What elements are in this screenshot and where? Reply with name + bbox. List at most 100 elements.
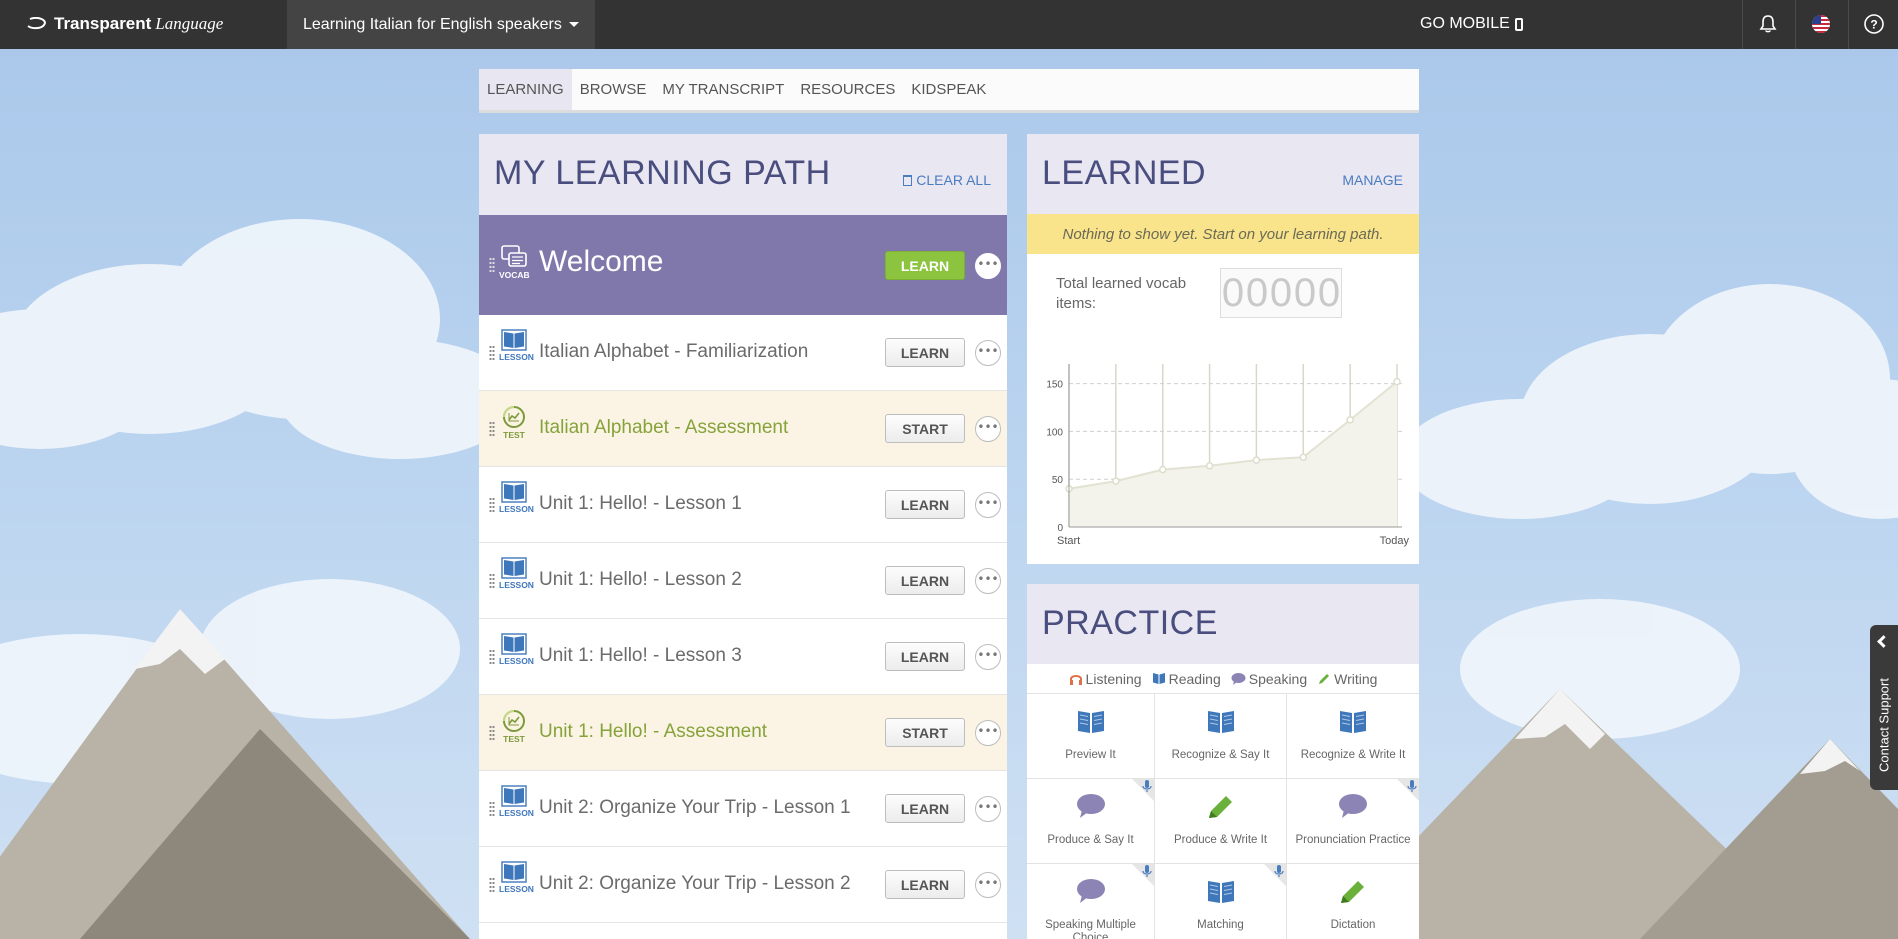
chart-data-point — [1158, 465, 1167, 474]
chart-y-tick-label: 50 — [1052, 475, 1064, 486]
book-icon — [1338, 708, 1368, 738]
skill-reading: Reading — [1152, 671, 1221, 687]
practice-activity[interactable]: Speaking Multiple Choice — [1027, 864, 1155, 939]
item-title[interactable]: Unit 2: Organize Your Trip - Lesson 1 — [539, 797, 851, 819]
pencil-icon — [1319, 673, 1330, 684]
pencil-icon — [1338, 878, 1368, 910]
notifications-bell-icon[interactable] — [1756, 12, 1780, 36]
test-icon: TEST — [499, 709, 529, 744]
item-title[interactable]: Unit 1: Hello! - Lesson 1 — [539, 493, 742, 515]
counter-digit: 0 — [1317, 270, 1341, 315]
chart-x-tick-label: Start — [1057, 535, 1080, 547]
learn-button[interactable]: LEARN — [885, 642, 965, 671]
go-mobile-link[interactable]: GO MOBILE — [1420, 15, 1523, 33]
more-options-button[interactable]: ••• — [975, 796, 1001, 822]
course-selector-dropdown[interactable]: Learning Italian for English speakers — [287, 0, 595, 49]
divider — [1795, 0, 1796, 49]
learning-path-item[interactable]: LESSON Unit 2: Organize Your Trip - Less… — [479, 771, 1007, 847]
learn-button[interactable]: LEARN — [885, 251, 965, 280]
start-button[interactable]: START — [885, 718, 965, 747]
drag-handle-icon[interactable] — [489, 421, 495, 437]
more-options-button[interactable]: ••• — [975, 492, 1001, 518]
practice-activity[interactable]: Produce & Say It — [1027, 779, 1155, 864]
lesson-book-icon: LESSON — [499, 557, 534, 590]
learn-button[interactable]: LEARN — [885, 870, 965, 899]
more-options-button[interactable]: ••• — [975, 872, 1001, 898]
learning-path-item[interactable]: TEST Italian Alphabet - Assessment START… — [479, 391, 1007, 467]
activity-label: Produce & Write It — [1173, 834, 1268, 846]
practice-activity[interactable]: Preview It — [1027, 694, 1155, 779]
learning-path-item[interactable]: LESSON Italian Alphabet - Familiarizatio… — [479, 315, 1007, 391]
more-options-button[interactable]: ••• — [975, 340, 1001, 366]
tab-my-transcript[interactable]: MY TRANSCRIPT — [654, 69, 792, 110]
tab-resources[interactable]: RESOURCES — [792, 69, 903, 110]
ellipsis-icon: ••• — [977, 799, 999, 814]
practice-activity[interactable]: Produce & Write It — [1155, 779, 1287, 864]
learning-path-item[interactable]: LESSON Unit 1: Hello! - Lesson 3 LEARN •… — [479, 619, 1007, 695]
learn-button[interactable]: LEARN — [885, 490, 965, 519]
logo-text-italic: Language — [155, 14, 224, 33]
drag-handle-icon[interactable] — [489, 801, 495, 817]
learning-path-panel: MY LEARNING PATH CLEAR ALL VOCAB Welcome… — [479, 134, 1007, 939]
microphone-icon — [1397, 779, 1419, 801]
transparent-language-logo[interactable]: Transparent Language — [26, 11, 223, 37]
learning-path-item[interactable]: LESSON Unit 2: Organize Your Trip - Less… — [479, 847, 1007, 923]
item-title[interactable]: Welcome — [539, 245, 663, 279]
drag-handle-icon[interactable] — [489, 573, 495, 589]
practice-activity[interactable]: Matching — [1155, 864, 1287, 939]
practice-activity[interactable]: Recognize & Write It — [1287, 694, 1419, 779]
learning-path-item[interactable]: TEST Unit 1: Hello! - Assessment START •… — [479, 695, 1007, 771]
phone-icon — [1514, 17, 1523, 31]
practice-activity[interactable]: Dictation — [1287, 864, 1419, 939]
start-button[interactable]: START — [885, 414, 965, 443]
chart-data-point — [1205, 462, 1214, 470]
item-type-label: TEST — [503, 430, 525, 440]
item-title[interactable]: Unit 1: Hello! - Lesson 2 — [539, 569, 742, 591]
speech-bubble-icon — [1338, 793, 1368, 823]
drag-handle-icon[interactable] — [489, 345, 495, 361]
more-options-button[interactable]: ••• — [975, 568, 1001, 594]
learn-button[interactable]: LEARN — [885, 566, 965, 595]
learn-button[interactable]: LEARN — [885, 794, 965, 823]
learning-path-item[interactable]: VOCAB Welcome LEARN ••• — [479, 215, 1007, 315]
item-title[interactable]: Italian Alphabet - Assessment — [539, 417, 788, 439]
tab-kidspeak[interactable]: KIDSPEAK — [903, 69, 994, 110]
learning-path-item[interactable]: LESSON Unit 1: Hello! - Lesson 1 LEARN •… — [479, 467, 1007, 543]
help-icon[interactable]: ? — [1862, 12, 1886, 36]
book-icon — [1076, 708, 1106, 738]
ellipsis-icon: ••• — [977, 495, 999, 510]
total-learned-label: Total learned vocab items: — [1056, 275, 1187, 312]
us-flag-language-icon[interactable] — [1809, 12, 1833, 36]
tab-browse[interactable]: BROWSE — [572, 69, 655, 110]
vocab-icon: VOCAB — [499, 245, 530, 280]
drag-handle-icon[interactable] — [489, 649, 495, 665]
learning-path-item[interactable]: LESSON Unit 1: Hello! - Lesson 2 LEARN •… — [479, 543, 1007, 619]
activity-label: Pronunciation Practice — [1295, 834, 1411, 846]
drag-handle-icon[interactable] — [489, 877, 495, 893]
drag-handle-icon[interactable] — [489, 257, 495, 273]
item-title[interactable]: Unit 2: Organize Your Trip - Lesson 2 — [539, 873, 851, 895]
activity-label: Dictation — [1330, 919, 1376, 931]
more-options-button[interactable]: ••• — [975, 720, 1001, 746]
drag-handle-icon[interactable] — [489, 725, 495, 741]
top-navigation-bar: Transparent Language Learning Italian fo… — [0, 0, 1898, 49]
item-title[interactable]: Italian Alphabet - Familiarization — [539, 341, 808, 363]
learn-button[interactable]: LEARN — [885, 338, 965, 367]
skill-writing: Writing — [1317, 671, 1377, 687]
more-options-button[interactable]: ••• — [975, 644, 1001, 670]
logo-icon — [27, 17, 46, 30]
practice-activity[interactable]: Pronunciation Practice — [1287, 779, 1419, 864]
item-title[interactable]: Unit 1: Hello! - Lesson 3 — [539, 645, 742, 667]
tab-learning[interactable]: LEARNING — [479, 69, 572, 110]
contact-support-tab[interactable]: Contact Support — [1870, 625, 1898, 790]
drag-handle-icon[interactable] — [489, 497, 495, 513]
practice-activity[interactable]: Recognize & Say It — [1155, 694, 1287, 779]
more-options-button[interactable]: ••• — [975, 253, 1001, 279]
skill-label: Listening — [1085, 670, 1142, 687]
item-title[interactable]: Unit 1: Hello! - Assessment — [539, 721, 767, 743]
manage-link[interactable]: MANAGE — [1342, 172, 1403, 188]
learned-title: LEARNED — [1042, 154, 1207, 192]
more-options-button[interactable]: ••• — [975, 416, 1001, 442]
clear-all-button[interactable]: CLEAR ALL — [903, 172, 991, 188]
chart-data-point — [1252, 456, 1261, 464]
